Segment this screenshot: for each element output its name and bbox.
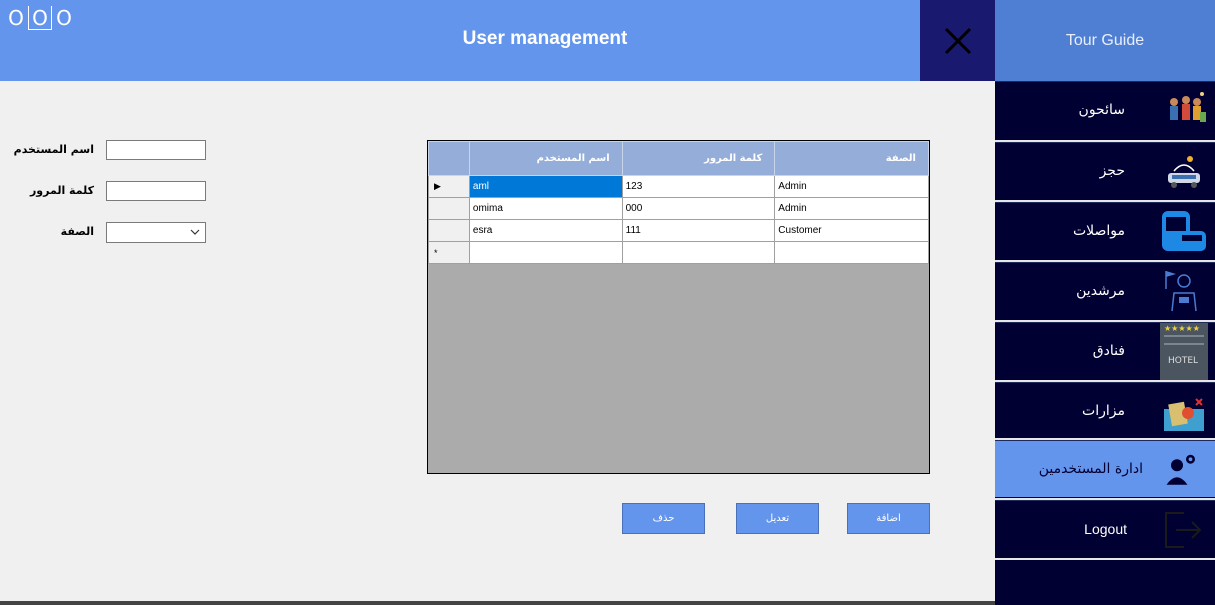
user-settings-icon (1166, 454, 1195, 485)
password-label: كلمة المرور (29, 184, 94, 197)
new-row-marker[interactable]: * (428, 241, 470, 264)
close-button[interactable] (920, 0, 995, 81)
cell-username[interactable]: aml (468, 175, 623, 198)
cell-password[interactable] (621, 241, 776, 264)
window-control-2[interactable]: O (28, 6, 52, 30)
cell-password[interactable]: 000 (621, 197, 776, 220)
row-header-corner (428, 141, 470, 176)
tourists-icon (1170, 92, 1206, 122)
close-icon (944, 27, 971, 54)
row-marker[interactable]: ▶ (428, 175, 470, 198)
sidebar-item-booking[interactable]: حجز (995, 142, 1215, 199)
cell-role[interactable]: Customer (774, 219, 929, 242)
column-header-password[interactable]: كلمة المرور (621, 141, 776, 176)
window-control-3[interactable]: O (52, 6, 76, 30)
sidebar-item-tourists[interactable]: سائحون (995, 81, 1215, 138)
cell-role[interactable]: Admin (774, 197, 929, 220)
sidebar-item-transport[interactable]: مواصلات (995, 202, 1215, 259)
role-select[interactable] (106, 222, 206, 243)
sidebar-item-label: مواصلات (1072, 223, 1125, 239)
sidebar-item-sights[interactable]: مزارات (995, 382, 1215, 439)
cell-role[interactable]: Admin (774, 175, 929, 198)
sidebar-item-label: مرشدين (1076, 283, 1125, 299)
password-input[interactable] (106, 181, 206, 201)
username-input[interactable] (106, 140, 206, 160)
add-button[interactable]: اضافة (847, 503, 930, 534)
sidebar-item-label: مزارات (1082, 403, 1125, 419)
sidebar-item-label: سائحون (1078, 102, 1125, 118)
sidebar-item-label: ادارة المستخدمين (1038, 461, 1143, 477)
cell-role[interactable] (774, 241, 929, 264)
table-row[interactable]: ▶ aml 123 Admin (428, 175, 929, 198)
sidebar-item-logout[interactable]: Logout (995, 500, 1215, 557)
bottom-border (0, 601, 995, 605)
sidebar-header: Tour Guide (995, 0, 1215, 81)
cell-password[interactable]: 123 (621, 175, 776, 198)
sidebar-item-guides[interactable]: مرشدين (995, 262, 1215, 319)
guide-icon (1165, 271, 1197, 312)
sidebar-item-label: حجز (1099, 163, 1125, 179)
cell-username[interactable]: esra (468, 219, 623, 242)
sidebar-item-hotels[interactable]: فنادق ★★★★★ HOTEL (995, 322, 1215, 381)
chevron-down-icon (190, 229, 200, 235)
cell-username[interactable] (468, 241, 623, 264)
users-grid[interactable]: اسم المستخدم كلمة المرور الصفة ▶ aml 123… (427, 140, 930, 474)
window-control-1[interactable]: O (4, 6, 28, 30)
table-header-row: اسم المستخدم كلمة المرور الصفة (428, 141, 929, 176)
sights-icon (1164, 398, 1204, 431)
cell-password[interactable]: 111 (621, 219, 776, 242)
logout-icon (1165, 512, 1202, 548)
username-label: اسم المستخدم (13, 143, 94, 156)
svg-text:HOTEL: HOTEL (1168, 356, 1198, 366)
app-window: O O O User management Tour Guide سائحون … (0, 0, 1215, 605)
table-row-new[interactable]: * (428, 241, 929, 264)
window-controls: O O O (4, 6, 76, 30)
users-table: اسم المستخدم كلمة المرور الصفة ▶ aml 123… (428, 141, 929, 264)
table-row[interactable]: esra 111 Customer (428, 219, 929, 242)
role-label: الصفة (60, 225, 94, 238)
sidebar-divider (995, 558, 1215, 560)
bus-icon (1162, 211, 1206, 251)
svg-text:★★★★★: ★★★★★ (1164, 324, 1200, 333)
title-bar: O O O User management (0, 0, 920, 81)
edit-button[interactable]: تعديل (736, 503, 819, 534)
column-header-role[interactable]: الصفة (774, 141, 929, 176)
booking-icon (1168, 156, 1200, 188)
row-marker[interactable] (428, 197, 470, 220)
hotel-icon: ★★★★★ HOTEL (1160, 323, 1208, 381)
sidebar-item-label: Logout (1084, 521, 1127, 537)
column-header-username[interactable]: اسم المستخدم (468, 141, 623, 176)
sidebar: Tour Guide سائحون حجز مواصلات مرشدين فنا… (995, 0, 1215, 605)
cell-username[interactable]: omima (468, 197, 623, 220)
table-row[interactable]: omima 000 Admin (428, 197, 929, 220)
sidebar-item-user-management[interactable]: ادارة المستخدمين (995, 440, 1215, 497)
sidebar-item-label: فنادق (1092, 343, 1125, 359)
delete-button[interactable]: حذف (622, 503, 705, 534)
row-marker[interactable] (428, 219, 470, 242)
